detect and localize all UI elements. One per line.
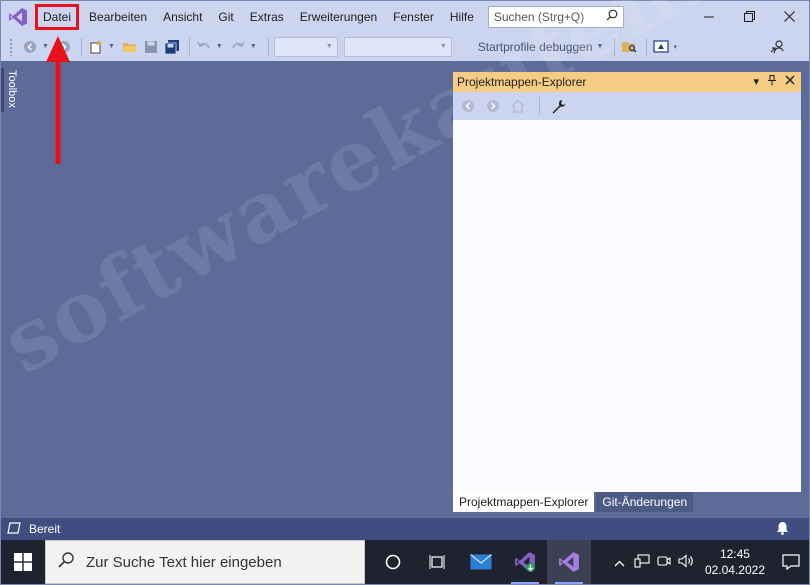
system-tray: 12:45 02.04.2022	[609, 540, 809, 584]
search-placeholder: Suchen (Strg+Q)	[493, 9, 585, 24]
redo-icon[interactable]	[229, 38, 247, 56]
find-in-files-icon[interactable]	[620, 38, 638, 56]
search-icon	[58, 551, 74, 573]
wrench-icon[interactable]	[549, 97, 567, 115]
windows-taskbar: Zur Suche Text hier eingeben 12:45 02.04…	[1, 540, 809, 584]
clock-date: 02.04.2022	[704, 563, 765, 577]
toolbar-separator	[614, 37, 616, 56]
tab-git-aenderungen[interactable]: Git-Änderungen	[596, 492, 694, 512]
speaker-icon[interactable]	[675, 553, 697, 571]
close-icon[interactable]	[769, 1, 809, 32]
taskbar-clock[interactable]: 12:45 02.04.2022	[705, 546, 765, 578]
toolbar-grip[interactable]	[9, 37, 13, 56]
pin-icon[interactable]	[767, 75, 777, 89]
meet-now-icon[interactable]	[653, 554, 675, 571]
start-debug-button[interactable]: Startprofile debuggen	[478, 40, 593, 54]
solution-explorer-tabs: Projektmappen-Explorer Git-Änderungen	[453, 492, 801, 512]
network-icon[interactable]	[631, 553, 653, 571]
toolbox-label[interactable]: Toolbox	[6, 70, 18, 108]
live-share-icon[interactable]	[769, 38, 787, 56]
menu-item-bearbeiten[interactable]: Bearbeiten	[81, 6, 155, 28]
toolbar-overflow-icon[interactable]: ▾	[673, 43, 677, 51]
annotation-arrow	[46, 36, 70, 164]
minimize-icon[interactable]	[689, 1, 729, 32]
menu-item-extras[interactable]: Extras	[242, 6, 292, 28]
redo-dropdown-icon[interactable]: ▼	[250, 43, 257, 50]
close-icon[interactable]	[785, 75, 795, 89]
new-project-dropdown-icon[interactable]: ▼	[108, 43, 115, 50]
clock-time: 12:45	[719, 547, 750, 561]
toolbar-separator	[646, 37, 648, 56]
cortana-icon[interactable]	[371, 540, 415, 584]
forward-icon[interactable]	[484, 97, 502, 115]
back-icon[interactable]	[21, 38, 39, 56]
toolbar-separator	[267, 37, 269, 56]
undo-icon[interactable]	[195, 38, 213, 56]
start-debug-dropdown-icon[interactable]: ▼	[597, 43, 604, 50]
visual-studio-icon[interactable]	[547, 540, 591, 584]
browser-link-icon[interactable]	[652, 38, 670, 56]
menu-item-erweiterungen[interactable]: Erweiterungen	[292, 6, 385, 28]
menu-item-hilfe[interactable]: Hilfe	[442, 6, 482, 28]
menu-item-datei[interactable]: Datei	[34, 3, 80, 30]
search-input[interactable]: Suchen (Strg+Q)	[487, 5, 624, 28]
task-view-icon[interactable]	[415, 540, 459, 584]
new-project-icon[interactable]	[87, 38, 105, 56]
search-icon	[606, 9, 618, 24]
taskbar-search-input[interactable]: Zur Suche Text hier eingeben	[45, 540, 365, 584]
tab-projektmappen-explorer[interactable]: Projektmappen-Explorer	[453, 492, 595, 512]
toolbar-separator	[80, 37, 82, 56]
solution-explorer-tree[interactable]	[453, 120, 801, 492]
solution-explorer-toolbar	[453, 92, 801, 120]
solution-explorer-title-bar[interactable]: Projektmappen-Explorer ▾	[453, 72, 801, 92]
mail-icon[interactable]	[459, 540, 503, 584]
toolbar-separator	[539, 97, 540, 115]
menu-item-git[interactable]: Git	[210, 6, 241, 28]
solution-explorer-panel: Projektmappen-Explorer ▾ Projektmappen-E…	[453, 72, 801, 512]
menu-bar: Datei Bearbeiten Ansicht Git Extras Erwe…	[1, 1, 809, 32]
save-icon[interactable]	[142, 38, 160, 56]
window-controls	[689, 1, 809, 32]
menu-item-ansicht[interactable]: Ansicht	[155, 6, 210, 28]
chevron-up-icon[interactable]	[609, 555, 631, 570]
home-icon[interactable]	[509, 97, 527, 115]
notification-center-icon[interactable]	[773, 540, 809, 584]
toolbar-separator	[188, 37, 190, 56]
bell-icon[interactable]	[776, 521, 789, 538]
taskbar-search-placeholder: Zur Suche Text hier eingeben	[86, 553, 282, 571]
menu-item-fenster[interactable]: Fenster	[385, 6, 442, 28]
status-text: Bereit	[29, 522, 61, 536]
solution-configuration-dropdown[interactable]: ▼	[273, 36, 338, 57]
open-folder-icon[interactable]	[121, 38, 139, 56]
undo-dropdown-icon[interactable]: ▼	[216, 43, 223, 50]
windows-start-icon[interactable]	[1, 540, 45, 584]
maximize-icon[interactable]	[729, 1, 769, 32]
solution-explorer-title: Projektmappen-Explorer	[457, 75, 587, 89]
window-position-dropdown-icon[interactable]: ▾	[753, 75, 759, 89]
save-all-icon[interactable]	[163, 38, 181, 56]
back-icon[interactable]	[459, 97, 477, 115]
visual-studio-installer-icon[interactable]	[503, 540, 547, 584]
visual-studio-icon[interactable]	[1, 1, 35, 32]
status-bar: Bereit	[1, 518, 809, 540]
standard-toolbar: ▼ ▼ ▼ ▼ ▼ ▼ Startprofile debuggen ▼ ▾	[1, 32, 809, 61]
status-edit-icon	[7, 521, 21, 537]
solution-platform-dropdown[interactable]: ▼	[343, 36, 452, 57]
